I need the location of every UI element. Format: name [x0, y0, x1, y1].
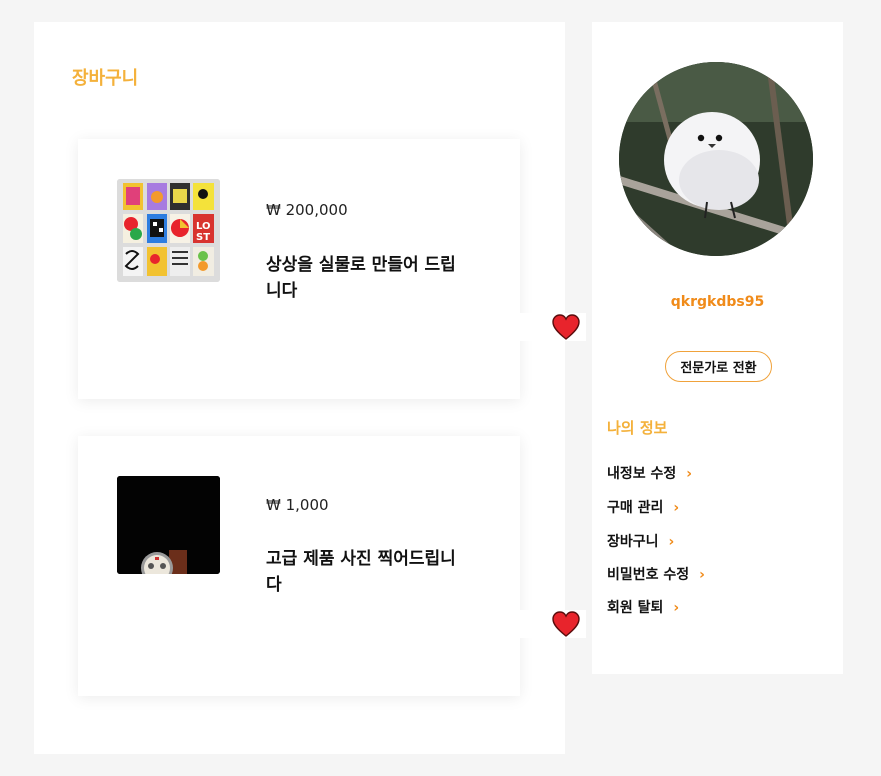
svg-text:LO: LO [196, 221, 211, 232]
menu-item-edit-info[interactable]: 내정보 수정 › [607, 463, 692, 483]
heart-icon[interactable] [551, 610, 581, 638]
cart-item-card[interactable]: LO ST ₩ 200,000 상상을 실물로 만들어 드립니다 [78, 139, 520, 399]
username: qkrgkdbs95 [670, 294, 765, 310]
menu-item-label: 비밀번호 수정 [607, 567, 690, 583]
chevron-right-icon: › [686, 466, 693, 482]
item-title[interactable]: 고급 제품 사진 찍어드립니다 [266, 546, 466, 598]
watch-photo-thumbnail[interactable] [117, 476, 220, 574]
menu-item-label: 구매 관리 [607, 500, 664, 516]
menu-item-label: 장바구니 [607, 534, 659, 550]
menu-item-purchases[interactable]: 구매 관리 › [607, 497, 679, 517]
svg-text:ST: ST [196, 232, 210, 243]
cart-panel: 장바구니 LO ST ₩ 200,000 상상을 실물로 만들어 드립니다 ₩ … [34, 22, 565, 754]
menu-item-label: 내정보 수정 [607, 466, 677, 482]
menu-item-withdraw[interactable]: 회원 탈퇴 › [607, 597, 679, 617]
chevron-right-icon: › [699, 567, 705, 583]
item-price: ₩ 200,000 [266, 201, 348, 219]
switch-to-expert-button[interactable]: 전문가로 전환 [665, 351, 772, 382]
page-title: 장바구니 [72, 68, 139, 89]
wishlist-toggle[interactable] [520, 610, 586, 638]
avatar [619, 62, 813, 256]
heart-icon[interactable] [551, 313, 581, 341]
cart-item-card[interactable]: ₩ 1,000 고급 제품 사진 찍어드립니다 [78, 436, 520, 696]
profile-panel: qkrgkdbs95 전문가로 전환 나의 정보 내정보 수정 › 구매 관리 › … [592, 22, 843, 674]
item-price: ₩ 1,000 [266, 496, 329, 514]
menu-item-change-password[interactable]: 비밀번호 수정 › [607, 564, 705, 584]
chevron-right-icon: › [668, 534, 675, 550]
menu-item-cart[interactable]: 장바구니 › [607, 531, 674, 551]
wishlist-toggle[interactable] [520, 313, 586, 341]
poster-collage-thumbnail[interactable]: LO ST [117, 179, 220, 282]
item-title[interactable]: 상상을 실물로 만들어 드립니다 [266, 252, 466, 304]
menu-item-label: 회원 탈퇴 [607, 600, 664, 616]
chevron-right-icon: › [673, 600, 680, 616]
chevron-right-icon: › [673, 500, 680, 516]
section-title: 나의 정보 [607, 419, 668, 437]
